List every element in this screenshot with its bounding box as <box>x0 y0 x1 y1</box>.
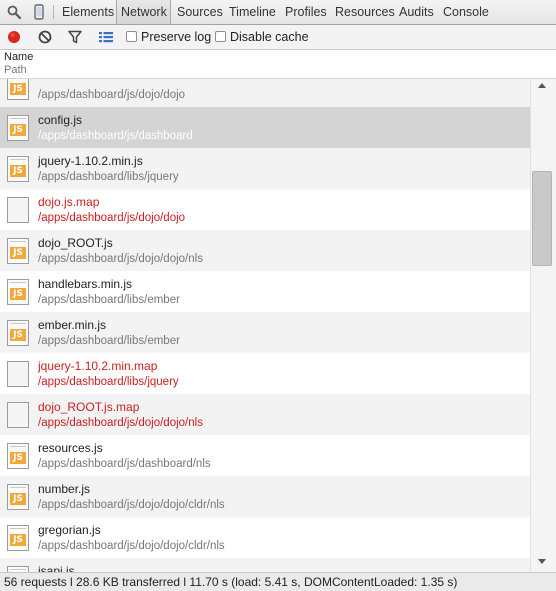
request-path: /apps/dashboard/js/dojo/dojo/nls <box>38 253 203 265</box>
list-view-icon[interactable] <box>98 29 114 45</box>
tab-profiles[interactable]: Profiles <box>281 0 331 24</box>
request-name: config.js <box>38 113 83 127</box>
request-list[interactable]: JS/apps/dashboard/js/dojo/dojo JS config.j… <box>0 79 530 572</box>
blank-file-icon <box>7 197 29 223</box>
request-path: /apps/dashboard/js/dashboard/nls <box>38 458 211 470</box>
request-path: /apps/dashboard/libs/ember <box>38 294 180 306</box>
request-name: dojo_ROOT.js <box>38 236 113 250</box>
js-file-icon: JS <box>7 484 29 510</box>
request-row[interactable]: JS resources.js/apps/dashboard/js/dashboa… <box>0 435 530 476</box>
js-file-icon: JS <box>7 79 29 100</box>
scroll-down-arrow-icon[interactable] <box>538 559 546 564</box>
blank-file-icon <box>7 361 29 387</box>
request-list-scrollbar[interactable] <box>530 79 556 572</box>
request-name: dojo_ROOT.js.map <box>38 400 140 414</box>
column-header[interactable]: Name Path <box>0 50 556 79</box>
mobile-device-icon[interactable] <box>31 4 47 20</box>
request-row[interactable]: JS number.js/apps/dashboard/js/dojo/dojo/… <box>0 476 530 517</box>
blank-file-icon <box>7 402 29 428</box>
clear-icon[interactable] <box>37 29 53 45</box>
tab-console[interactable]: Console <box>439 0 493 24</box>
request-path: /apps/dashboard/js/dojo/dojo <box>38 89 186 101</box>
request-row[interactable]: JS jquery-1.10.2.min.js/apps/dashboard/li… <box>0 148 530 189</box>
request-name: number.js <box>38 482 91 496</box>
column-header-name[interactable]: Name <box>4 51 33 63</box>
tab-sources[interactable]: Sources <box>173 0 227 24</box>
js-file-icon: JS <box>7 279 29 305</box>
record-icon[interactable] <box>6 29 22 45</box>
tab-elements[interactable]: Elements <box>58 0 118 24</box>
column-header-path: Path <box>4 64 27 76</box>
request-path: /apps/dashboard/js/dojo/dojo/cldr/nls <box>38 540 225 552</box>
scroll-up-arrow-icon[interactable] <box>538 83 546 88</box>
request-row[interactable]: JS ember.min.js/apps/dashboard/libs/ember <box>0 312 530 353</box>
preserve-log-label[interactable]: Preserve log <box>141 30 211 44</box>
js-file-icon: JS <box>7 443 29 469</box>
request-name: handlebars.min.js <box>38 277 133 291</box>
request-name: dojo.js.map <box>38 195 100 209</box>
request-path: /apps/dashboard/js/dojo/dojo <box>38 212 186 224</box>
js-file-icon: JS <box>7 525 29 551</box>
request-path: /apps/dashboard/js/dashboard <box>38 130 193 142</box>
request-path: /apps/dashboard/libs/ember <box>38 335 180 347</box>
request-row[interactable]: JSjsapi.js <box>0 558 530 572</box>
request-name: jquery-1.10.2.min.map <box>38 359 158 373</box>
request-path: /apps/dashboard/js/dojo/dojo/nls <box>38 417 203 429</box>
request-name: gregorian.js <box>38 523 101 537</box>
request-path: /apps/dashboard/js/dojo/dojo/cldr/nls <box>38 499 225 511</box>
disable-cache-label[interactable]: Disable cache <box>230 30 309 44</box>
request-row[interactable]: JS gregorian.js/apps/dashboard/js/dojo/do… <box>0 517 530 558</box>
request-name: jsapi.js <box>38 564 75 572</box>
request-name: resources.js <box>38 441 103 455</box>
network-summary-status: 56 requests l 28.6 KB transferred l 11.7… <box>0 572 556 591</box>
request-row[interactable]: jquery-1.10.2.min.map/apps/dashboard/lib… <box>0 353 530 394</box>
tab-audits[interactable]: Audits <box>395 0 438 24</box>
request-row[interactable]: dojo_ROOT.js.map/apps/dashboard/js/dojo/… <box>0 394 530 435</box>
filter-icon[interactable] <box>67 29 83 45</box>
request-row[interactable]: JS/apps/dashboard/js/dojo/dojo <box>0 79 530 107</box>
request-row[interactable]: JS dojo_ROOT.js/apps/dashboard/js/dojo/do… <box>0 230 530 271</box>
tab-network[interactable]: Network <box>116 0 171 24</box>
request-path: /apps/dashboard/libs/jquery <box>38 376 179 388</box>
js-file-icon: JS <box>7 320 29 346</box>
tab-timeline[interactable]: Timeline <box>225 0 280 24</box>
tab-separator <box>53 5 54 19</box>
js-file-icon: JS <box>7 156 29 182</box>
network-toolbar: Preserve log Disable cache <box>0 25 556 50</box>
js-file-icon: JS <box>7 238 29 264</box>
scrollbar-thumb[interactable] <box>532 171 552 266</box>
request-name: ember.min.js <box>38 318 107 332</box>
request-row[interactable]: JS handlebars.min.js/apps/dashboard/libs/… <box>0 271 530 312</box>
request-row[interactable]: JS config.js/apps/dashboard/js/dashboard <box>0 107 530 148</box>
disable-cache-checkbox[interactable] <box>215 31 226 42</box>
request-row[interactable]: dojo.js.map/apps/dashboard/js/dojo/dojo <box>0 189 530 230</box>
request-path: /apps/dashboard/libs/jquery <box>38 171 179 183</box>
preserve-log-checkbox[interactable] <box>126 31 137 42</box>
devtools-tab-bar: Elements Network Sources Timeline Profil… <box>0 0 556 25</box>
js-file-icon: JS <box>7 115 29 141</box>
magnifier-icon[interactable] <box>6 4 22 20</box>
request-name: jquery-1.10.2.min.js <box>38 154 143 168</box>
tab-resources[interactable]: Resources <box>331 0 399 24</box>
